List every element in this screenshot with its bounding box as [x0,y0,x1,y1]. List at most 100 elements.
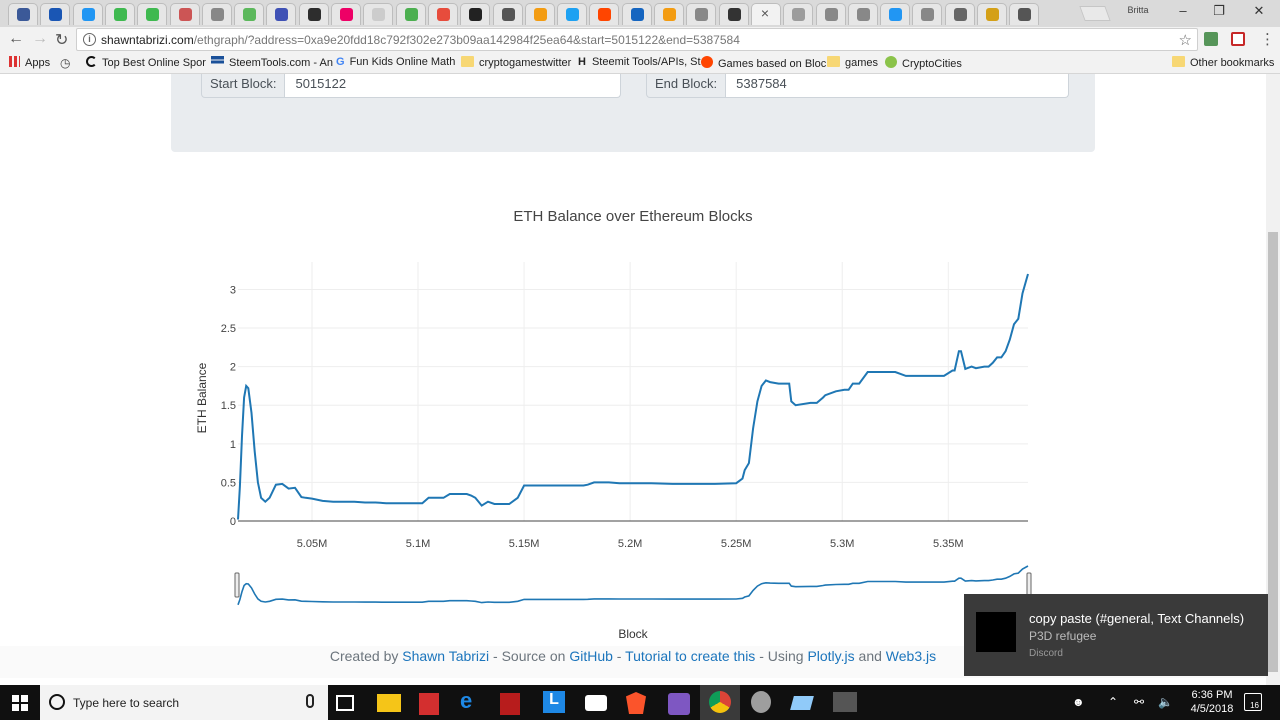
app-blue-icon[interactable] [790,696,814,710]
browser-tab[interactable] [880,3,911,25]
close-window-icon[interactable]: ✕ [1244,3,1274,21]
action-center-icon[interactable]: 16 [1244,693,1262,711]
browser-tab[interactable] [363,3,394,25]
tray-expand-icon[interactable]: ⌃ [1108,695,1118,709]
browser-tab[interactable] [815,3,846,25]
discord-notification[interactable]: copy paste (#general, Text Channels) P3D… [964,594,1268,676]
forward-icon[interactable]: → [32,30,48,48]
browser-tab[interactable] [234,3,265,25]
eth-balance-chart[interactable]: ETH Balance over Ethereum Blocks 5.05M 5.1… [0,74,1266,646]
browser-tab[interactable] [40,3,71,25]
browser-tab[interactable] [460,3,491,25]
chrome-menu-icon[interactable]: ⋮ [1260,30,1275,48]
browser-tab[interactable] [331,3,361,25]
bookmark-apps[interactable]: Apps [9,56,50,69]
bookmark-cryptogamestwitter[interactable]: cryptogamestwitter [461,56,571,69]
browser-tab[interactable] [266,3,297,25]
bookmark-label: Apps [25,57,51,69]
scrollbar-thumb[interactable] [1268,232,1278,672]
browser-tab[interactable] [589,3,620,25]
browser-tab[interactable] [298,3,329,25]
browser-tab[interactable] [654,3,684,25]
tab-favicon-icon [178,8,192,21]
browser-tab[interactable] [72,3,103,25]
app-badge-icon[interactable] [585,695,607,711]
y-tick-label: 3 [230,284,236,296]
back-icon[interactable]: ← [8,30,24,48]
browser-tab[interactable] [1009,3,1040,25]
task-view-icon[interactable] [336,695,354,711]
range-handle-left[interactable] [234,572,240,598]
browser-tab[interactable] [492,3,523,25]
bookmark-star-icon[interactable]: ☆ [1179,31,1192,49]
author-link[interactable]: Shawn Tabrizi [402,648,489,664]
bookmark-other[interactable]: Other bookmarks [1172,56,1274,69]
new-tab-button[interactable] [1079,6,1111,21]
browser-tab[interactable] [395,3,426,25]
bookmark-top-best[interactable]: Top Best Online Spor [86,56,206,69]
file-explorer-icon[interactable] [377,694,401,712]
bookmark-games-blockchain[interactable]: Games based on Bloc [701,56,826,70]
page-scrollbar[interactable] [1266,74,1280,685]
microphone-icon[interactable] [306,694,314,708]
bookmark-steemit-tools[interactable]: H Steemit Tools/APIs, St [578,56,701,68]
reload-icon[interactable]: ↻ [55,30,68,50]
plotly-link[interactable]: Plotly.js [807,648,854,664]
people-icon[interactable]: ☻ [1072,695,1085,709]
browser-tab[interactable] [944,3,975,25]
bookmark-games[interactable]: games [827,56,878,69]
clock[interactable]: 6:36 PM 4/5/2018 [1180,688,1244,716]
browser-tab[interactable] [847,3,878,25]
browser-tab[interactable] [104,3,135,25]
web3-link[interactable]: Web3.js [886,648,936,664]
app-l-icon[interactable]: L [543,691,565,713]
profile-name[interactable]: Britta [1112,5,1164,15]
wifi-icon[interactable]: ⚯ [1134,695,1144,709]
app-purple-icon[interactable] [668,693,690,715]
browser-tab[interactable] [137,3,168,25]
browser-tab[interactable] [201,3,232,25]
edge-icon[interactable]: e [460,688,484,713]
taskbar-search[interactable]: Type here to search [40,685,328,720]
url-host: shawntabrizi.com [101,33,194,47]
browser-tab[interactable] [686,3,717,25]
minimize-icon[interactable]: – [1168,3,1198,21]
browser-tab[interactable] [169,3,200,25]
browser-tab[interactable] [912,3,943,25]
browser-tab[interactable] [524,3,555,25]
browser-tab[interactable] [427,3,458,25]
browser-tab[interactable] [557,3,588,25]
browser-tab[interactable] [8,3,38,25]
brave-icon[interactable] [626,692,646,714]
close-tab-icon[interactable]: × [761,5,769,21]
windows-start-icon[interactable] [12,695,28,711]
info-icon[interactable]: i [83,33,96,46]
bookmark-cryptocities[interactable]: CryptoCities [885,56,962,70]
cryptocities-icon [885,56,897,68]
tab-favicon-icon [49,8,63,21]
app-gray-icon[interactable] [751,691,771,713]
browser-tab[interactable] [718,3,749,25]
app-red-icon[interactable] [419,693,439,715]
tab-favicon-icon [856,8,870,21]
chrome-icon[interactable] [709,691,731,713]
github-link[interactable]: GitHub [569,648,613,664]
bookmark-steemtools[interactable]: SteemTools.com - An [211,56,333,69]
tab-favicon-icon [889,8,903,21]
url-text[interactable]: shawntabrizi.com/ethgraph/?address=0xa9e… [101,33,740,47]
mcafee-icon[interactable] [500,693,520,715]
browser-tab[interactable] [621,3,652,25]
bookmark-fun-kids[interactable]: G Fun Kids Online Math [336,56,455,68]
maximize-icon[interactable]: ❐ [1204,3,1234,21]
browser-tab[interactable] [977,3,1007,25]
address-bar[interactable]: i shawntabrizi.com/ethgraph/?address=0xa… [76,28,1198,51]
extension-2-icon[interactable] [1231,32,1245,46]
app-dark-icon[interactable] [833,692,857,712]
browser-tab[interactable] [783,3,814,25]
bookmark-history[interactable]: ◷ [60,56,70,70]
tutorial-link[interactable]: Tutorial to create this [625,648,755,664]
extension-1-icon[interactable] [1204,32,1218,46]
range-slider-bg[interactable] [238,562,1028,607]
browser-tab[interactable]: × [750,3,781,25]
volume-icon[interactable]: 🔈 [1158,695,1173,709]
